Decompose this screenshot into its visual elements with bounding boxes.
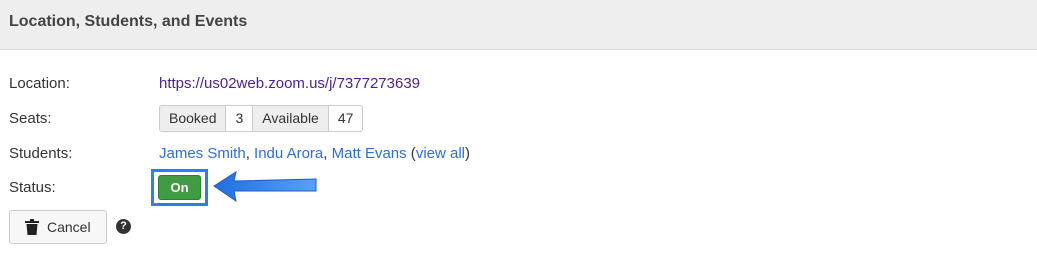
- pointer-arrow-icon: [213, 170, 317, 203]
- panel-title: Location, Students, and Events: [9, 13, 248, 30]
- seats-booked-label: Booked: [160, 106, 227, 131]
- student-link[interactable]: James Smith: [159, 145, 246, 162]
- question-circle-icon[interactable]: ?: [116, 219, 131, 234]
- student-link[interactable]: Matt Evans: [332, 145, 407, 162]
- students-separator: ,: [245, 145, 255, 162]
- location-link[interactable]: https://us02web.zoom.us/j/7377273639: [159, 75, 420, 92]
- panel-header: Location, Students, and Events: [0, 0, 1037, 50]
- open-paren: (: [406, 145, 416, 162]
- seats-label: Seats:: [9, 110, 52, 127]
- students-separator: ,: [323, 145, 332, 162]
- location-value: https://us02web.zoom.us/j/7377273639: [159, 75, 420, 92]
- cancel-button[interactable]: Cancel: [9, 210, 107, 244]
- student-link[interactable]: Indu Arora: [254, 145, 323, 162]
- seats-summary: Booked 3 Available 47: [159, 105, 364, 132]
- cancel-button-label: Cancel: [47, 219, 91, 235]
- close-paren: ): [465, 145, 470, 162]
- students-list: James Smith, Indu Arora, Matt Evans (vie…: [159, 145, 470, 162]
- location-label: Location:: [9, 75, 70, 92]
- seats-booked-count: 3: [226, 106, 254, 131]
- seats-available-count: 47: [328, 106, 363, 131]
- trash-icon: [25, 219, 39, 235]
- status-toggle-button[interactable]: On: [158, 175, 201, 200]
- seats-available-label: Available: [253, 106, 329, 131]
- students-label: Students:: [9, 145, 73, 162]
- status-label: Status:: [9, 179, 56, 196]
- view-all-students-link[interactable]: view all: [416, 145, 465, 162]
